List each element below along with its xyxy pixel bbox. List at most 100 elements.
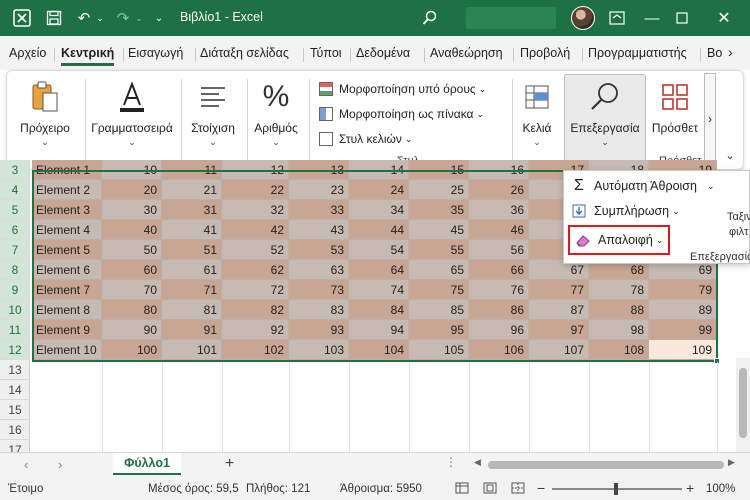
- value-cell[interactable]: 99: [649, 320, 717, 340]
- value-cell[interactable]: 16: [469, 160, 529, 180]
- row-label-cell[interactable]: Element 2: [32, 180, 102, 200]
- value-cell[interactable]: 84: [349, 300, 409, 320]
- undo-icon[interactable]: ↶: [74, 8, 94, 28]
- value-cell[interactable]: 80: [102, 300, 162, 320]
- value-cell[interactable]: 73: [289, 280, 349, 300]
- value-cell[interactable]: 20: [102, 180, 162, 200]
- value-cell[interactable]: 62: [222, 260, 289, 280]
- vertical-scrollbar[interactable]: [736, 358, 750, 452]
- cells-group[interactable]: Κελιά ⌄: [515, 71, 559, 169]
- row-header[interactable]: 16: [0, 420, 30, 440]
- value-cell[interactable]: 56: [469, 240, 529, 260]
- normal-view-icon[interactable]: [455, 482, 469, 497]
- row-label-cell[interactable]: Element 8: [32, 300, 102, 320]
- redo-icon[interactable]: ↷: [113, 8, 133, 28]
- customize-toolbar-icon[interactable]: ⌄: [152, 8, 166, 28]
- row-header[interactable]: 14: [0, 380, 30, 400]
- clipboard-group[interactable]: Πρόχειρο ⌄: [9, 71, 81, 169]
- value-cell[interactable]: 72: [222, 280, 289, 300]
- value-cell[interactable]: 33: [289, 200, 349, 220]
- value-cell[interactable]: 83: [289, 300, 349, 320]
- tab-developer[interactable]: Προγραμματιστής: [588, 46, 687, 60]
- tab-insert[interactable]: Εισαγωγή: [128, 46, 183, 60]
- value-cell[interactable]: 15: [409, 160, 469, 180]
- add-sheet-icon[interactable]: +: [225, 455, 234, 473]
- value-cell[interactable]: 105: [409, 340, 469, 360]
- value-cell[interactable]: 42: [222, 220, 289, 240]
- row-header[interactable]: 12: [0, 340, 30, 360]
- value-cell[interactable]: 61: [162, 260, 222, 280]
- value-cell[interactable]: 25: [409, 180, 469, 200]
- value-cell[interactable]: 75: [409, 280, 469, 300]
- save-icon[interactable]: [44, 8, 64, 28]
- sheet-scroll-right-icon[interactable]: ›: [58, 457, 62, 472]
- value-cell[interactable]: 86: [469, 300, 529, 320]
- row-header[interactable]: 7: [0, 240, 30, 260]
- scroll-right-arrow-icon[interactable]: ▶: [728, 457, 735, 468]
- value-cell[interactable]: 45: [409, 220, 469, 240]
- row-header[interactable]: 13: [0, 360, 30, 380]
- value-cell[interactable]: 89: [649, 300, 717, 320]
- row-label-cell[interactable]: Element 3: [32, 200, 102, 220]
- value-cell[interactable]: 14: [349, 160, 409, 180]
- value-cell[interactable]: 94: [349, 320, 409, 340]
- value-cell[interactable]: 35: [409, 200, 469, 220]
- value-cell[interactable]: 44: [349, 220, 409, 240]
- value-cell[interactable]: 65: [409, 260, 469, 280]
- value-cell[interactable]: 46: [469, 220, 529, 240]
- value-cell[interactable]: 81: [162, 300, 222, 320]
- value-cell[interactable]: 76: [469, 280, 529, 300]
- value-cell[interactable]: 21: [162, 180, 222, 200]
- tab-data[interactable]: Δεδομένα: [356, 46, 410, 60]
- font-group[interactable]: Γραμματοσειρά ⌄: [87, 71, 177, 169]
- value-cell[interactable]: 63: [289, 260, 349, 280]
- value-cell[interactable]: 97: [529, 320, 589, 340]
- value-cell[interactable]: 79: [649, 280, 717, 300]
- tab-more[interactable]: Βο: [707, 46, 725, 60]
- value-cell[interactable]: 101: [162, 340, 222, 360]
- editing-group[interactable]: Επεξεργασία ⌄: [564, 71, 646, 169]
- more-options-icon[interactable]: ⋮: [445, 455, 457, 469]
- horizontal-scroll-thumb[interactable]: [488, 461, 724, 469]
- row-label-cell[interactable]: Element 6: [32, 260, 102, 280]
- row-header[interactable]: 9: [0, 280, 30, 300]
- value-cell[interactable]: 98: [589, 320, 649, 340]
- value-cell[interactable]: 108: [589, 340, 649, 360]
- row-header[interactable]: 5: [0, 200, 30, 220]
- search-box[interactable]: [466, 7, 556, 29]
- tab-formulas[interactable]: Τύποι: [310, 46, 342, 60]
- value-cell[interactable]: 77: [529, 280, 589, 300]
- value-cell[interactable]: 78: [589, 280, 649, 300]
- value-cell[interactable]: 34: [349, 200, 409, 220]
- value-cell[interactable]: 93: [289, 320, 349, 340]
- row-label-cell[interactable]: Element 4: [32, 220, 102, 240]
- value-cell[interactable]: 85: [409, 300, 469, 320]
- value-cell[interactable]: 104: [349, 340, 409, 360]
- redo-dropdown-icon[interactable]: ⌄: [133, 8, 145, 28]
- value-cell[interactable]: 64: [349, 260, 409, 280]
- value-cell[interactable]: 22: [222, 180, 289, 200]
- value-cell[interactable]: 13: [289, 160, 349, 180]
- sheet-tab[interactable]: Φύλλο1: [113, 453, 181, 475]
- value-cell[interactable]: 74: [349, 280, 409, 300]
- fill-menu-item[interactable]: Συμπλήρωση ⌄: [570, 200, 680, 222]
- zoom-level[interactable]: 100%: [706, 483, 735, 495]
- maximize-icon[interactable]: [670, 8, 694, 28]
- value-cell[interactable]: 71: [162, 280, 222, 300]
- page-break-view-icon[interactable]: [511, 482, 525, 497]
- minimize-icon[interactable]: —: [640, 8, 664, 28]
- value-cell[interactable]: 32: [222, 200, 289, 220]
- value-cell[interactable]: 102: [222, 340, 289, 360]
- value-cell[interactable]: 52: [222, 240, 289, 260]
- value-cell[interactable]: 51: [162, 240, 222, 260]
- ribbon-scroll-right-icon[interactable]: ›: [704, 73, 716, 167]
- row-label-cell[interactable]: Element 9: [32, 320, 102, 340]
- value-cell[interactable]: 50: [102, 240, 162, 260]
- ribbon-collapse-icon[interactable]: ⌄: [721, 149, 739, 163]
- alignment-group[interactable]: Στοίχιση ⌄: [183, 71, 243, 169]
- number-group[interactable]: % Αριθμός ⌄: [249, 71, 303, 169]
- row-header[interactable]: 11: [0, 320, 30, 340]
- tab-review[interactable]: Αναθεώρηση: [430, 46, 503, 60]
- row-label-cell[interactable]: Element 7: [32, 280, 102, 300]
- ribbon-options-icon[interactable]: [606, 8, 628, 28]
